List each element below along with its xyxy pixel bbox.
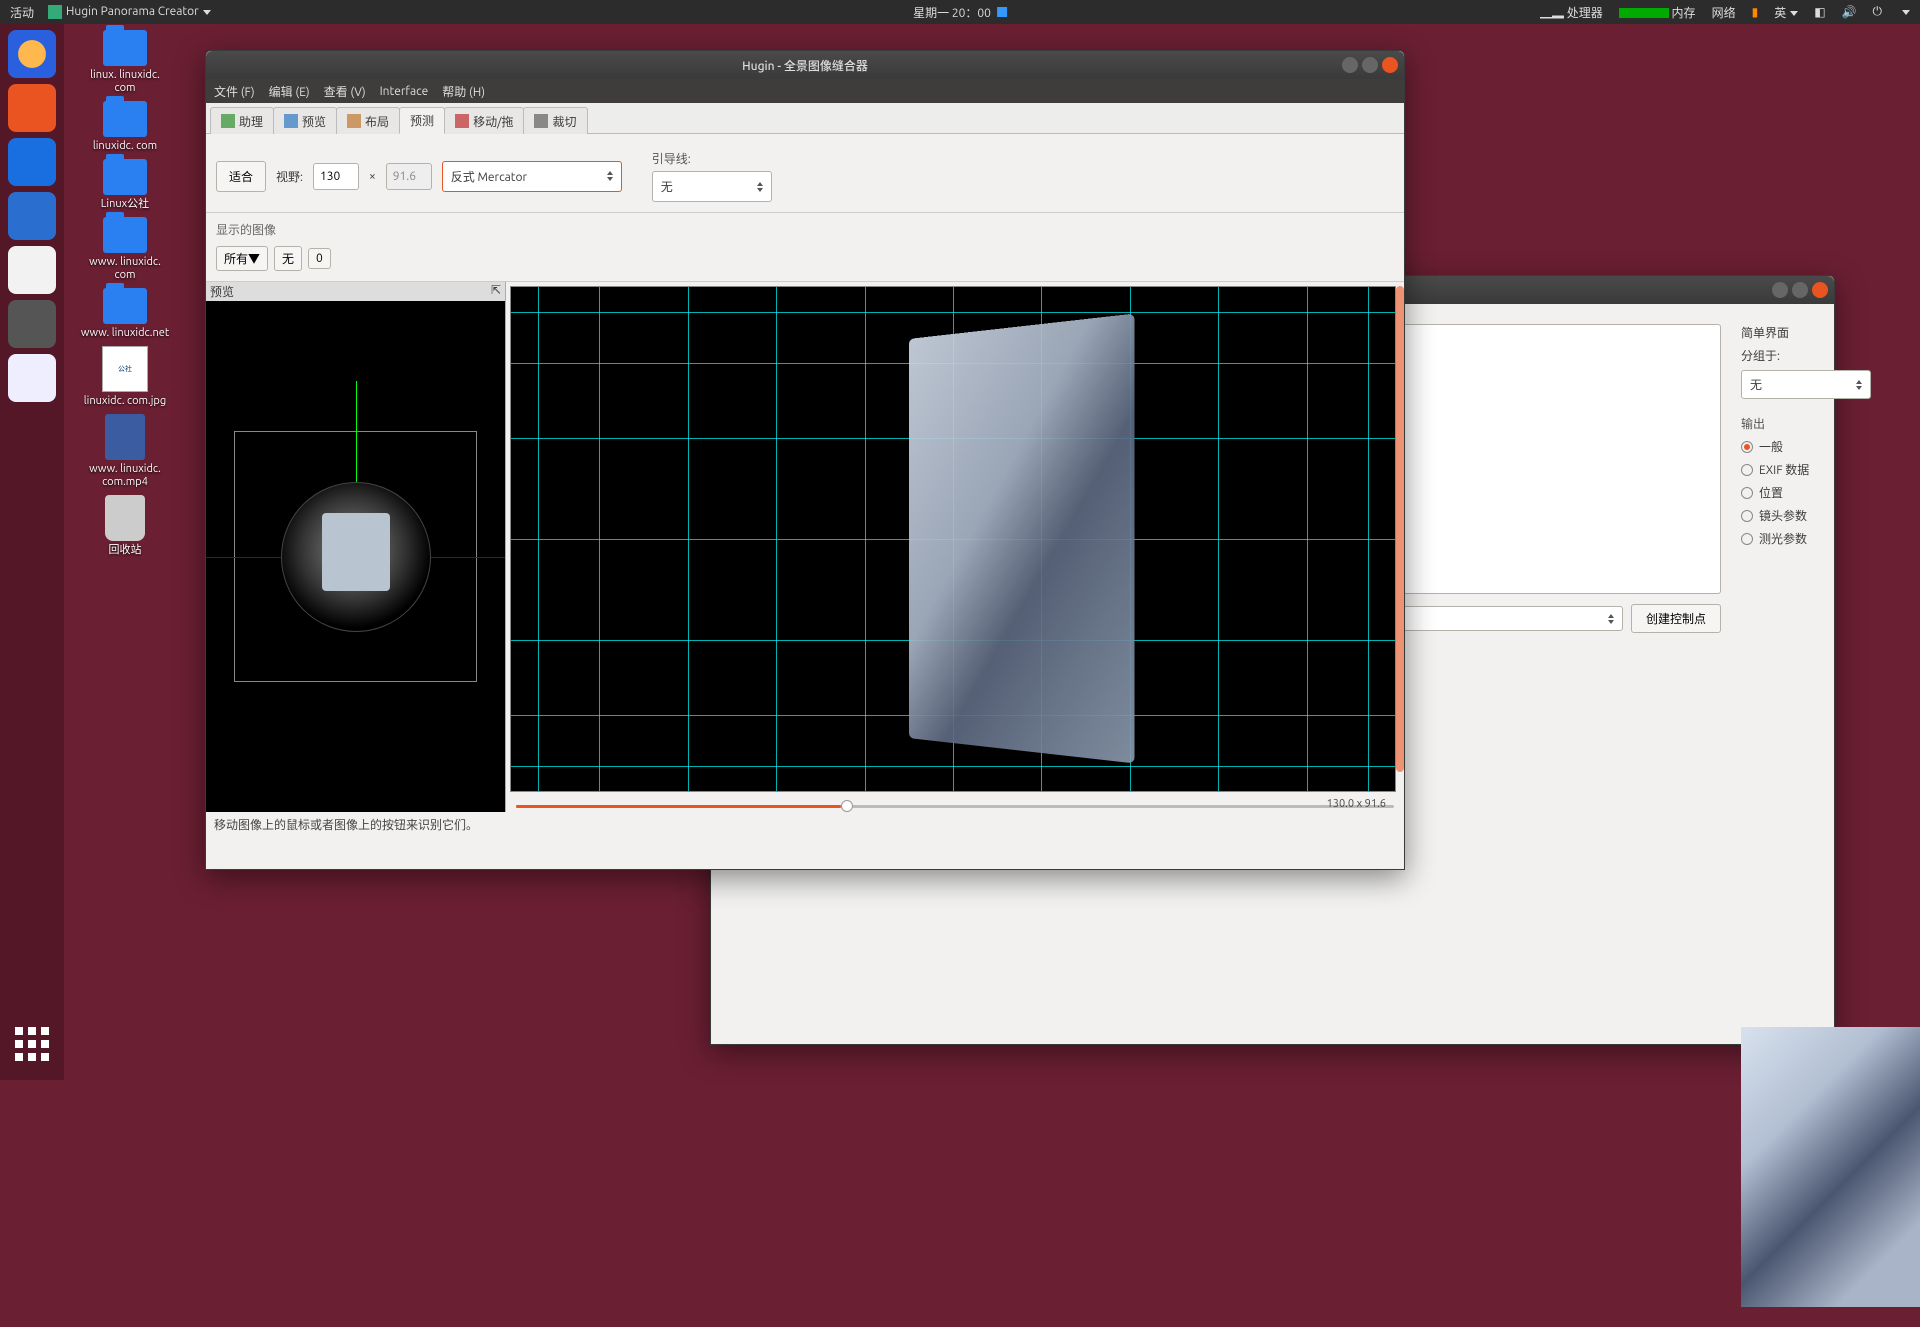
- radio-photometric[interactable]: 测光参数: [1741, 530, 1871, 547]
- mem-indicator[interactable]: 内存: [1619, 4, 1696, 21]
- hugin-titlebar[interactable]: Hugin - 全景图像缝合器: [206, 51, 1404, 79]
- desktop-folder[interactable]: www. linuxidc. com: [80, 217, 170, 282]
- desktop-trash[interactable]: 回收站: [80, 495, 170, 557]
- overview-header: 预览: [210, 283, 234, 300]
- menu-file[interactable]: 文件 (F): [214, 83, 255, 100]
- tabstrip: 助理 预览 布局 预测 移动/拖 裁切: [206, 103, 1404, 134]
- fov-label: 视野:: [276, 168, 303, 185]
- menu-view[interactable]: 查看 (V): [324, 83, 366, 100]
- shown-images-label: 显示的图像: [206, 213, 1404, 242]
- hugin-window: Hugin - 全景图像缝合器 文件 (F) 编辑 (E) 查看 (V) Int…: [205, 50, 1405, 870]
- projected-image: [909, 314, 1135, 764]
- guide-label: 引导线:: [652, 150, 772, 167]
- chevron-down-icon: [203, 10, 211, 15]
- overview-panel: 预览 ⇱: [206, 282, 506, 812]
- image-preview-thumb: [1741, 1027, 1920, 1307]
- active-app[interactable]: Hugin Panorama Creator: [48, 5, 211, 19]
- maximize-icon[interactable]: [1362, 57, 1378, 73]
- fov-h-input[interactable]: [313, 163, 359, 190]
- none-button[interactable]: 无: [274, 246, 302, 271]
- tab-move[interactable]: 移动/拖: [444, 107, 524, 134]
- group-label: 分组于:: [1741, 347, 1871, 364]
- radio-exif[interactable]: EXIF 数据: [1741, 461, 1871, 478]
- desktop: linux. linuxidc. com linuxidc. com Linux…: [80, 30, 180, 563]
- image-toggle-row: 所有▼ 无 0: [206, 242, 1404, 282]
- close-icon[interactable]: [1382, 57, 1398, 73]
- chevron-down-icon: [1902, 10, 1910, 15]
- net-indicator[interactable]: 网络: [1712, 4, 1736, 21]
- layout-icon: [347, 114, 361, 128]
- desktop-video[interactable]: www. linuxidc. com.mp4: [80, 414, 170, 489]
- fit-button[interactable]: 适合: [216, 161, 266, 192]
- group-select[interactable]: 无: [1741, 370, 1871, 399]
- launcher-screenshot[interactable]: [8, 84, 56, 132]
- simple-label: 简单界面: [1741, 324, 1871, 341]
- desktop-folder[interactable]: www. linuxidc.net: [80, 288, 170, 340]
- minimize-icon[interactable]: [1342, 57, 1358, 73]
- panorama-canvas[interactable]: [510, 286, 1396, 792]
- cpu-indicator[interactable]: ▁▂ 处理器: [1540, 4, 1603, 21]
- notification-dot-icon: [997, 7, 1007, 17]
- hfov-slider[interactable]: [516, 800, 1394, 812]
- main-preview-panel: 130.0 x 91.6: [506, 282, 1404, 812]
- launcher-firefox[interactable]: [8, 30, 56, 78]
- fov-v-input: [386, 163, 432, 190]
- preview-icon: [284, 114, 298, 128]
- launcher: [0, 24, 64, 1080]
- preview-area: 预览 ⇱: [206, 282, 1404, 812]
- desktop-folder[interactable]: Linux公社: [80, 159, 170, 211]
- desktop-folder[interactable]: linux. linuxidc. com: [80, 30, 170, 95]
- move-icon: [455, 114, 469, 128]
- activities-button[interactable]: 活动: [10, 4, 34, 21]
- launcher-ubuntu[interactable]: [8, 246, 56, 294]
- menu-help[interactable]: 帮助 (H): [442, 83, 485, 100]
- ime-indicator[interactable]: 英: [1774, 4, 1798, 21]
- tab-crop[interactable]: 裁切: [523, 107, 587, 134]
- status-bar: 移动图像上的鼠标或者图像上的按钮来识别它们。: [206, 812, 1404, 837]
- volume-icon[interactable]: 🔊: [1842, 5, 1857, 19]
- launcher-writer[interactable]: [8, 192, 56, 240]
- tab-projection[interactable]: 预测: [399, 107, 445, 134]
- times-label: ×: [369, 170, 376, 183]
- launcher-camera[interactable]: [8, 300, 56, 348]
- radio-normal[interactable]: 一般: [1741, 438, 1871, 455]
- projection-select[interactable]: 反式 Mercator: [442, 161, 622, 192]
- create-cp-button[interactable]: 创建控制点: [1631, 604, 1721, 633]
- maximize-icon[interactable]: [1792, 282, 1808, 298]
- pin-icon[interactable]: ⇱: [491, 283, 501, 300]
- all-button[interactable]: 所有▼: [216, 246, 268, 271]
- output-label: 输出: [1741, 415, 1871, 432]
- window-title: Hugin - 全景图像缝合器: [742, 57, 868, 74]
- minimize-icon[interactable]: [1772, 282, 1788, 298]
- menu-interface[interactable]: Interface: [380, 85, 429, 98]
- assistant-icon: [221, 114, 235, 128]
- image-0-toggle[interactable]: 0: [308, 248, 331, 269]
- guide-select[interactable]: 无: [652, 171, 772, 202]
- hugin-icon: [48, 5, 62, 19]
- show-applications[interactable]: [8, 1020, 56, 1068]
- a11y-icon[interactable]: ◧: [1814, 5, 1825, 19]
- launcher-hugin[interactable]: [8, 354, 56, 402]
- power-icon[interactable]: ⏻: [1873, 5, 1883, 19]
- desktop-folder[interactable]: linuxidc. com: [80, 101, 170, 153]
- top-panel: 活动 Hugin Panorama Creator 星期一 20：00 ▁▂ 处…: [0, 0, 1920, 24]
- radio-lens[interactable]: 镜头参数: [1741, 507, 1871, 524]
- projection-toolbar: 适合 视野: × 反式 Mercator 引导线: 无: [206, 134, 1404, 213]
- temp-indicator[interactable]: ▮: [1752, 5, 1759, 19]
- vfov-slider[interactable]: [1396, 286, 1404, 772]
- tab-preview[interactable]: 预览: [273, 107, 337, 134]
- tab-assistant[interactable]: 助理: [210, 107, 274, 134]
- close-icon[interactable]: [1812, 282, 1828, 298]
- clock[interactable]: 星期一 20：00: [913, 4, 1007, 21]
- menu-edit[interactable]: 编辑 (E): [269, 83, 310, 100]
- tab-layout[interactable]: 布局: [336, 107, 400, 134]
- crop-icon: [534, 114, 548, 128]
- launcher-files[interactable]: [8, 138, 56, 186]
- radio-position[interactable]: 位置: [1741, 484, 1871, 501]
- overview-canvas[interactable]: [206, 301, 505, 812]
- desktop-image[interactable]: 公社linuxidc. com.jpg: [80, 346, 170, 408]
- menubar: 文件 (F) 编辑 (E) 查看 (V) Interface 帮助 (H): [206, 79, 1404, 103]
- dimensions-readout: 130.0 x 91.6: [1327, 798, 1386, 810]
